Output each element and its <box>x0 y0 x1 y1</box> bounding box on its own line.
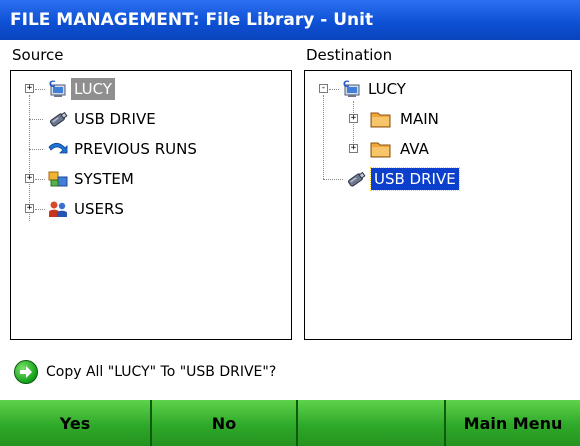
source-item-label: LUCY <box>71 78 115 100</box>
usb-drive-icon <box>50 111 68 127</box>
destination-label: Destination <box>306 46 393 64</box>
system-icon <box>48 171 68 187</box>
green-arrow-icon <box>14 360 38 384</box>
source-item-label: USB DRIVE <box>74 110 156 128</box>
source-tree[interactable]: + C LUCY USB DRIVE PREVIOUS RUNS + SYSTE… <box>10 70 292 340</box>
source-item-previous-runs[interactable]: PREVIOUS RUNS <box>11 137 291 161</box>
expand-icon[interactable]: + <box>25 174 34 183</box>
source-item-label: PREVIOUS RUNS <box>74 140 197 158</box>
window-title: FILE MANAGEMENT: File Library - Unit <box>0 0 580 40</box>
yes-button[interactable]: Yes <box>0 400 152 446</box>
expand-icon[interactable]: + <box>25 204 34 213</box>
destination-item-main[interactable]: + MAIN <box>305 107 571 131</box>
usb-drive-icon <box>348 171 366 187</box>
expand-icon[interactable]: + <box>349 144 358 153</box>
destination-item-label: MAIN <box>400 110 439 128</box>
expand-icon[interactable]: + <box>349 114 358 123</box>
destination-item-lucy[interactable]: - C LUCY <box>305 77 571 101</box>
previous-runs-icon <box>48 142 68 154</box>
computer-icon: C <box>49 80 66 97</box>
destination-item-label: LUCY <box>368 80 406 98</box>
expand-icon[interactable]: + <box>25 84 34 93</box>
source-label: Source <box>12 46 64 64</box>
svg-text:C: C <box>49 80 56 90</box>
prompt-text: Copy All "LUCY" To "USB DRIVE"? <box>46 364 277 380</box>
source-item-label: USERS <box>74 200 124 218</box>
no-button[interactable]: No <box>152 400 298 446</box>
source-item-system[interactable]: + SYSTEM <box>11 167 291 191</box>
confirmation-prompt: Copy All "LUCY" To "USB DRIVE"? <box>14 358 276 386</box>
blank-softkey-button[interactable] <box>298 400 446 446</box>
source-item-users[interactable]: + USERS <box>11 197 291 221</box>
destination-item-ava[interactable]: + AVA <box>305 137 571 161</box>
computer-icon: C <box>343 80 360 97</box>
source-item-label: SYSTEM <box>74 170 134 188</box>
softkey-bar: Yes No Main Menu <box>0 400 580 446</box>
destination-item-usb-drive[interactable]: USB DRIVE <box>305 167 571 191</box>
destination-item-label: AVA <box>400 140 429 158</box>
folder-icon <box>370 112 391 128</box>
destination-item-label: USB DRIVE <box>370 167 460 191</box>
destination-tree[interactable]: - C LUCY + MAIN + AVA USB DRIVE <box>304 70 572 340</box>
folder-icon <box>370 142 391 158</box>
svg-text:C: C <box>343 80 350 90</box>
users-icon <box>49 201 67 217</box>
main-menu-button[interactable]: Main Menu <box>446 400 580 446</box>
source-item-lucy[interactable]: + C LUCY <box>11 77 291 101</box>
source-item-usb-drive[interactable]: USB DRIVE <box>11 107 291 131</box>
collapse-icon[interactable]: - <box>319 84 328 93</box>
